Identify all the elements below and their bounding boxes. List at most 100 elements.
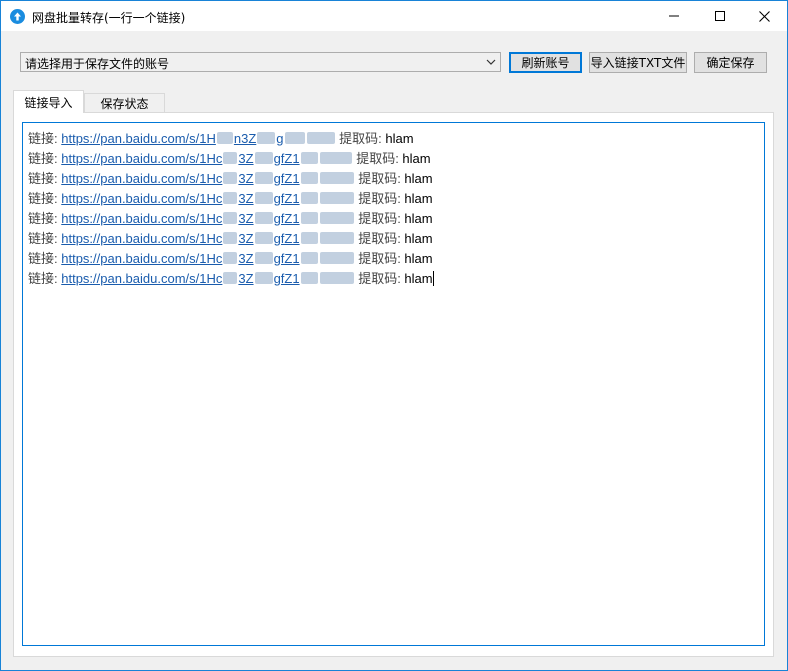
link-prefix: 链接:: [28, 151, 62, 166]
link-prefix: 链接:: [28, 231, 62, 246]
redacted-text: [223, 232, 238, 244]
confirm-save-button[interactable]: 确定保存: [694, 52, 767, 73]
link-line: 链接: https://pan.baidu.com/s/1Hc 3Z gfZ1 提取…: [28, 188, 433, 208]
link-prefix: 链接:: [28, 171, 62, 186]
link-url-fragment: 3Z: [238, 211, 254, 226]
redacted-text: [216, 132, 233, 144]
link-url-fragment: gfZ1: [273, 251, 300, 266]
link-url[interactable]: https://pan.baidu.com/s/1Hc: [61, 271, 222, 286]
link-line: 链接: https://pan.baidu.com/s/1Hc 3Z gfZ1 提取…: [28, 168, 433, 188]
redacted-text: [254, 232, 273, 244]
redacted-text: [300, 232, 318, 244]
link-url-fragment: 3Z: [238, 191, 254, 206]
app-upload-icon: [10, 9, 25, 24]
redacted-text: [300, 192, 318, 204]
redacted-text: [300, 152, 318, 164]
minimize-button[interactable]: [651, 1, 697, 31]
redacted-text: [319, 172, 354, 184]
extract-code-label: 提取码:: [354, 171, 405, 186]
chevron-down-icon: [486, 56, 496, 68]
link-url[interactable]: https://pan.baidu.com/s/1Hc: [61, 191, 222, 206]
redacted-text: [223, 212, 238, 224]
extract-code-label: 提取码:: [354, 271, 405, 286]
link-url-fragment: gfZ1: [273, 151, 300, 166]
redacted-text: [284, 132, 305, 144]
import-txt-button[interactable]: 导入链接TXT文件: [589, 52, 687, 73]
redacted-text: [223, 172, 238, 184]
link-url-fragment: gfZ1: [273, 171, 300, 186]
link-url-fragment: gfZ1: [273, 191, 300, 206]
extract-code-label: 提取码:: [354, 251, 405, 266]
link-prefix: 链接:: [28, 251, 62, 266]
link-line: 链接: https://pan.baidu.com/s/1Hc 3Z gfZ1 提取…: [28, 268, 434, 288]
link-url-fragment: 3Z: [238, 251, 254, 266]
redacted-text: [300, 252, 318, 264]
redacted-text: [300, 272, 318, 284]
extract-code-value: hlam: [404, 231, 433, 246]
redacted-text: [319, 252, 354, 264]
refresh-accounts-button[interactable]: 刷新账号: [509, 52, 582, 73]
close-button[interactable]: [741, 1, 787, 31]
link-url-fragment: 3Z: [238, 231, 254, 246]
redacted-text: [319, 152, 352, 164]
extract-code-label: 提取码:: [354, 211, 405, 226]
redacted-text: [319, 192, 354, 204]
redacted-text: [223, 272, 238, 284]
account-select-value: 请选择用于保存文件的账号: [25, 57, 170, 71]
tab-link-import[interactable]: 链接导入: [13, 90, 84, 113]
redacted-text: [306, 132, 335, 144]
link-url[interactable]: https://pan.baidu.com/s/1Hc: [61, 231, 222, 246]
window-title: 网盘批量转存(一行一个链接): [32, 11, 186, 25]
extract-code-value: hlam: [404, 211, 433, 226]
link-url-fragment: gfZ1: [273, 211, 300, 226]
redacted-text: [223, 152, 238, 164]
redacted-text: [319, 232, 354, 244]
maximize-button[interactable]: [697, 1, 743, 31]
redacted-text: [319, 272, 354, 284]
redacted-text: [223, 252, 238, 264]
link-url-fragment: g: [276, 131, 284, 146]
redacted-text: [319, 212, 354, 224]
redacted-text: [257, 132, 276, 144]
links-textarea[interactable]: 链接: https://pan.baidu.com/s/1H n3Z g 提取码: …: [22, 122, 765, 646]
extract-code-value: hlam: [404, 251, 433, 266]
extract-code-label: 提取码:: [335, 131, 386, 146]
link-line: 链接: https://pan.baidu.com/s/1H n3Z g 提取码: …: [28, 128, 414, 148]
extract-code-value: hlam: [404, 271, 433, 286]
link-url-fragment: 3Z: [238, 151, 254, 166]
extract-code-value: hlam: [404, 191, 433, 206]
link-url-fragment: n3Z: [233, 131, 257, 146]
tab-save-status[interactable]: 保存状态: [84, 93, 165, 112]
link-url[interactable]: https://pan.baidu.com/s/1Hc: [61, 211, 222, 226]
redacted-text: [254, 172, 273, 184]
extract-code-label: 提取码:: [352, 151, 403, 166]
link-prefix: 链接:: [28, 191, 62, 206]
redacted-text: [254, 192, 273, 204]
link-url-fragment: gfZ1: [273, 271, 300, 286]
link-url-fragment: gfZ1: [273, 231, 300, 246]
redacted-text: [223, 192, 238, 204]
redacted-text: [300, 172, 318, 184]
extract-code-label: 提取码:: [354, 231, 405, 246]
link-url[interactable]: https://pan.baidu.com/s/1Hc: [61, 171, 222, 186]
link-url-fragment: 3Z: [238, 171, 254, 186]
link-line: 链接: https://pan.baidu.com/s/1Hc 3Z gfZ1 提取…: [28, 208, 433, 228]
link-line: 链接: https://pan.baidu.com/s/1Hc 3Z gfZ1 提取…: [28, 148, 431, 168]
text-caret: [432, 271, 434, 286]
redacted-text: [254, 212, 273, 224]
account-select[interactable]: 请选择用于保存文件的账号: [20, 52, 501, 72]
link-line: 链接: https://pan.baidu.com/s/1Hc 3Z gfZ1 提取…: [28, 248, 433, 268]
redacted-text: [300, 212, 318, 224]
link-url[interactable]: https://pan.baidu.com/s/1Hc: [61, 151, 222, 166]
redacted-text: [254, 252, 273, 264]
extract-code-value: hlam: [385, 131, 414, 146]
link-url[interactable]: https://pan.baidu.com/s/1H: [61, 131, 216, 146]
link-prefix: 链接:: [28, 271, 62, 286]
extract-code-value: hlam: [404, 171, 433, 186]
link-prefix: 链接:: [28, 131, 62, 146]
link-url[interactable]: https://pan.baidu.com/s/1Hc: [61, 251, 222, 266]
link-line: 链接: https://pan.baidu.com/s/1Hc 3Z gfZ1 提取…: [28, 228, 433, 248]
title-bar[interactable]: 网盘批量转存(一行一个链接): [1, 1, 787, 31]
redacted-text: [254, 152, 273, 164]
extract-code-value: hlam: [402, 151, 431, 166]
